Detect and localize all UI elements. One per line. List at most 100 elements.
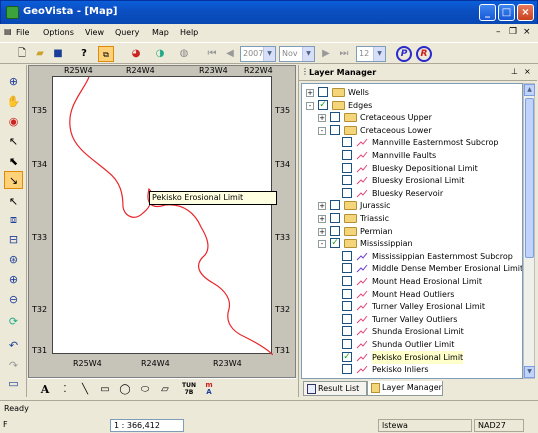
doc-icon[interactable]: ▤ xyxy=(4,27,12,36)
help-icon[interactable]: ? xyxy=(76,46,92,62)
menu-file[interactable]: File xyxy=(16,28,29,37)
redo-icon[interactable]: ↷ xyxy=(4,357,23,375)
refresh-icon[interactable]: ⟳ xyxy=(4,313,23,331)
layer-tree-row[interactable]: + Triassic xyxy=(302,212,522,225)
layer-tree-row[interactable]: - ✓ Mississippian xyxy=(302,237,522,250)
ruler-icon[interactable]: ⊟ xyxy=(4,231,23,249)
ellipse-tool-icon[interactable]: ⬭ xyxy=(138,382,152,398)
layer-tree-row[interactable]: - ✓ Edges xyxy=(302,99,522,112)
layer-tree-row[interactable]: Middle Dense Member Erosional Limit xyxy=(302,262,522,275)
layer-tree-row[interactable]: Bluesky Reservoir xyxy=(302,187,522,200)
layer-tree-row[interactable]: Mississippian Easternmost Subcrop xyxy=(302,250,522,263)
layer-tree-row[interactable]: Bluesky Erosional Limit xyxy=(302,174,522,187)
layer-checkbox[interactable]: ✓ xyxy=(342,351,352,362)
layer-checkbox[interactable] xyxy=(342,162,352,173)
tab-layer-manager[interactable]: Layer Manager xyxy=(367,381,443,396)
print-icon[interactable]: ▭ xyxy=(4,375,23,393)
layer-checkbox[interactable] xyxy=(342,339,352,349)
layer-checkbox[interactable] xyxy=(330,200,340,211)
panel-close-icon[interactable]: × xyxy=(524,67,531,76)
layer-checkbox[interactable] xyxy=(318,87,328,97)
layer-checkbox[interactable] xyxy=(342,187,352,198)
layer-tree-row[interactable]: Bluesky Depositional Limit xyxy=(302,162,522,175)
coordinate-tool-icon[interactable]: TUN 7B xyxy=(180,382,198,398)
close-button[interactable]: × xyxy=(517,4,534,21)
layer-tree-row[interactable]: Shunda Outlier Limit xyxy=(302,338,522,351)
zoom-out-2x-icon[interactable]: ⊖ xyxy=(4,291,23,309)
layer-tree-row[interactable]: + Jurassic xyxy=(302,199,522,212)
layer-checkbox[interactable] xyxy=(342,150,352,160)
collapse-icon[interactable]: - xyxy=(306,101,314,110)
chevron-down-icon[interactable]: ▼ xyxy=(263,47,275,61)
measure-icon[interactable]: ⧈ xyxy=(4,211,23,229)
menu-view[interactable]: View xyxy=(85,28,104,37)
text-tool-icon[interactable]: A xyxy=(38,382,52,398)
layer-checkbox[interactable] xyxy=(330,112,340,123)
scroll-up-icon[interactable]: ▲ xyxy=(524,84,535,96)
layer-checkbox[interactable]: ✓ xyxy=(330,238,340,249)
line-tool-icon[interactable]: ╲ xyxy=(78,382,92,398)
mdi-restore-icon[interactable]: ❐ xyxy=(509,27,517,37)
pan-hand-icon[interactable]: ✋ xyxy=(4,93,23,111)
layer-tree-row[interactable]: + Wells xyxy=(302,86,522,99)
layer-tree-row[interactable]: Mount Head Erosional Limit xyxy=(302,275,522,288)
chevron-down-icon[interactable]: ▼ xyxy=(373,47,385,61)
layer-tree-row[interactable]: Turner Valley Erosional Limit xyxy=(302,300,522,313)
save-icon[interactable]: ■ xyxy=(50,46,66,62)
expand-icon[interactable]: + xyxy=(318,114,326,123)
menu-map[interactable]: Map xyxy=(152,28,169,37)
layer-checkbox[interactable] xyxy=(330,225,340,236)
expand-icon[interactable]: + xyxy=(318,202,326,211)
pointer-icon[interactable]: ↖ xyxy=(4,193,23,211)
expand-icon[interactable]: + xyxy=(306,89,314,97)
layer-tree-row[interactable]: + Permian xyxy=(302,225,522,238)
zoom-extent-icon[interactable]: ⊛ xyxy=(4,251,23,269)
pie-icon[interactable]: ◑ xyxy=(152,46,168,62)
mdi-close-icon[interactable]: × xyxy=(523,27,531,37)
layer-checkbox[interactable] xyxy=(342,137,352,148)
layer-checkbox[interactable] xyxy=(330,124,340,135)
identify-icon[interactable]: ◉ xyxy=(4,113,23,131)
tab-result-list[interactable]: Result List xyxy=(303,381,367,396)
zoom-in-icon[interactable]: ⊕ xyxy=(4,73,23,91)
panel-grip-icon[interactable]: ⋮ xyxy=(301,67,309,76)
select-arrow-icon[interactable]: ↖ xyxy=(4,133,23,151)
minimize-button[interactable]: _ xyxy=(479,4,496,21)
zoom-in-2x-icon[interactable]: ⊕ xyxy=(4,271,23,289)
polygon-tool-icon[interactable]: ▱ xyxy=(158,382,172,398)
layer-checkbox[interactable] xyxy=(342,175,352,186)
number-combo[interactable]: 12 ▼ xyxy=(356,46,386,62)
layer-tree-row[interactable]: ✓ Pekisko Erosional Limit xyxy=(302,350,522,364)
select-line-icon[interactable]: ↘ xyxy=(4,171,23,189)
circle-tool-icon[interactable]: ◯ xyxy=(118,382,132,398)
rectangle-tool-icon[interactable]: ▭ xyxy=(98,382,112,398)
layer-tree[interactable]: + Wells - ✓ Edges + Cretaceous Upper - Cretaceou… xyxy=(301,83,523,379)
color-wheel-icon[interactable]: ◕ xyxy=(128,46,144,62)
pin-icon[interactable]: ⊥ xyxy=(511,67,518,76)
select-box-icon[interactable]: ⬉ xyxy=(4,153,23,171)
globe-icon[interactable]: ◍ xyxy=(176,46,192,62)
open-folder-icon[interactable]: ▰ xyxy=(32,46,48,62)
collapse-icon[interactable]: - xyxy=(318,126,326,135)
p-icon[interactable]: P xyxy=(396,46,412,62)
layer-checkbox[interactable] xyxy=(342,250,352,261)
layer-checkbox[interactable] xyxy=(342,288,352,299)
layer-tree-row[interactable]: + Cretaceous Upper xyxy=(302,111,522,124)
layer-checkbox[interactable] xyxy=(342,301,352,312)
first-icon[interactable]: ⏮ xyxy=(204,46,220,62)
layer-checkbox[interactable] xyxy=(342,326,352,337)
layer-checkbox[interactable]: ✓ xyxy=(318,99,328,110)
collapse-icon[interactable]: - xyxy=(318,240,326,249)
prev-icon[interactable]: ◀ xyxy=(222,46,238,62)
map-view[interactable]: R25W4 R24W4 R23W4 R22W4 T35 T34 T33 T32 … xyxy=(28,65,296,378)
layer-checkbox[interactable] xyxy=(342,364,352,375)
menu-query[interactable]: Query xyxy=(115,28,139,37)
layer-checkbox[interactable] xyxy=(342,313,352,324)
next-icon[interactable]: ▶ xyxy=(318,46,334,62)
layer-tree-row[interactable]: Mount Head Outliers xyxy=(302,288,522,301)
mdi-minimize-icon[interactable]: – xyxy=(496,27,501,37)
undo-icon[interactable]: ↶ xyxy=(4,337,23,355)
new-icon[interactable]: 🗋 xyxy=(14,46,30,62)
layer-tree-row[interactable]: Mannville Faults xyxy=(302,149,522,162)
layer-checkbox[interactable] xyxy=(342,263,352,274)
